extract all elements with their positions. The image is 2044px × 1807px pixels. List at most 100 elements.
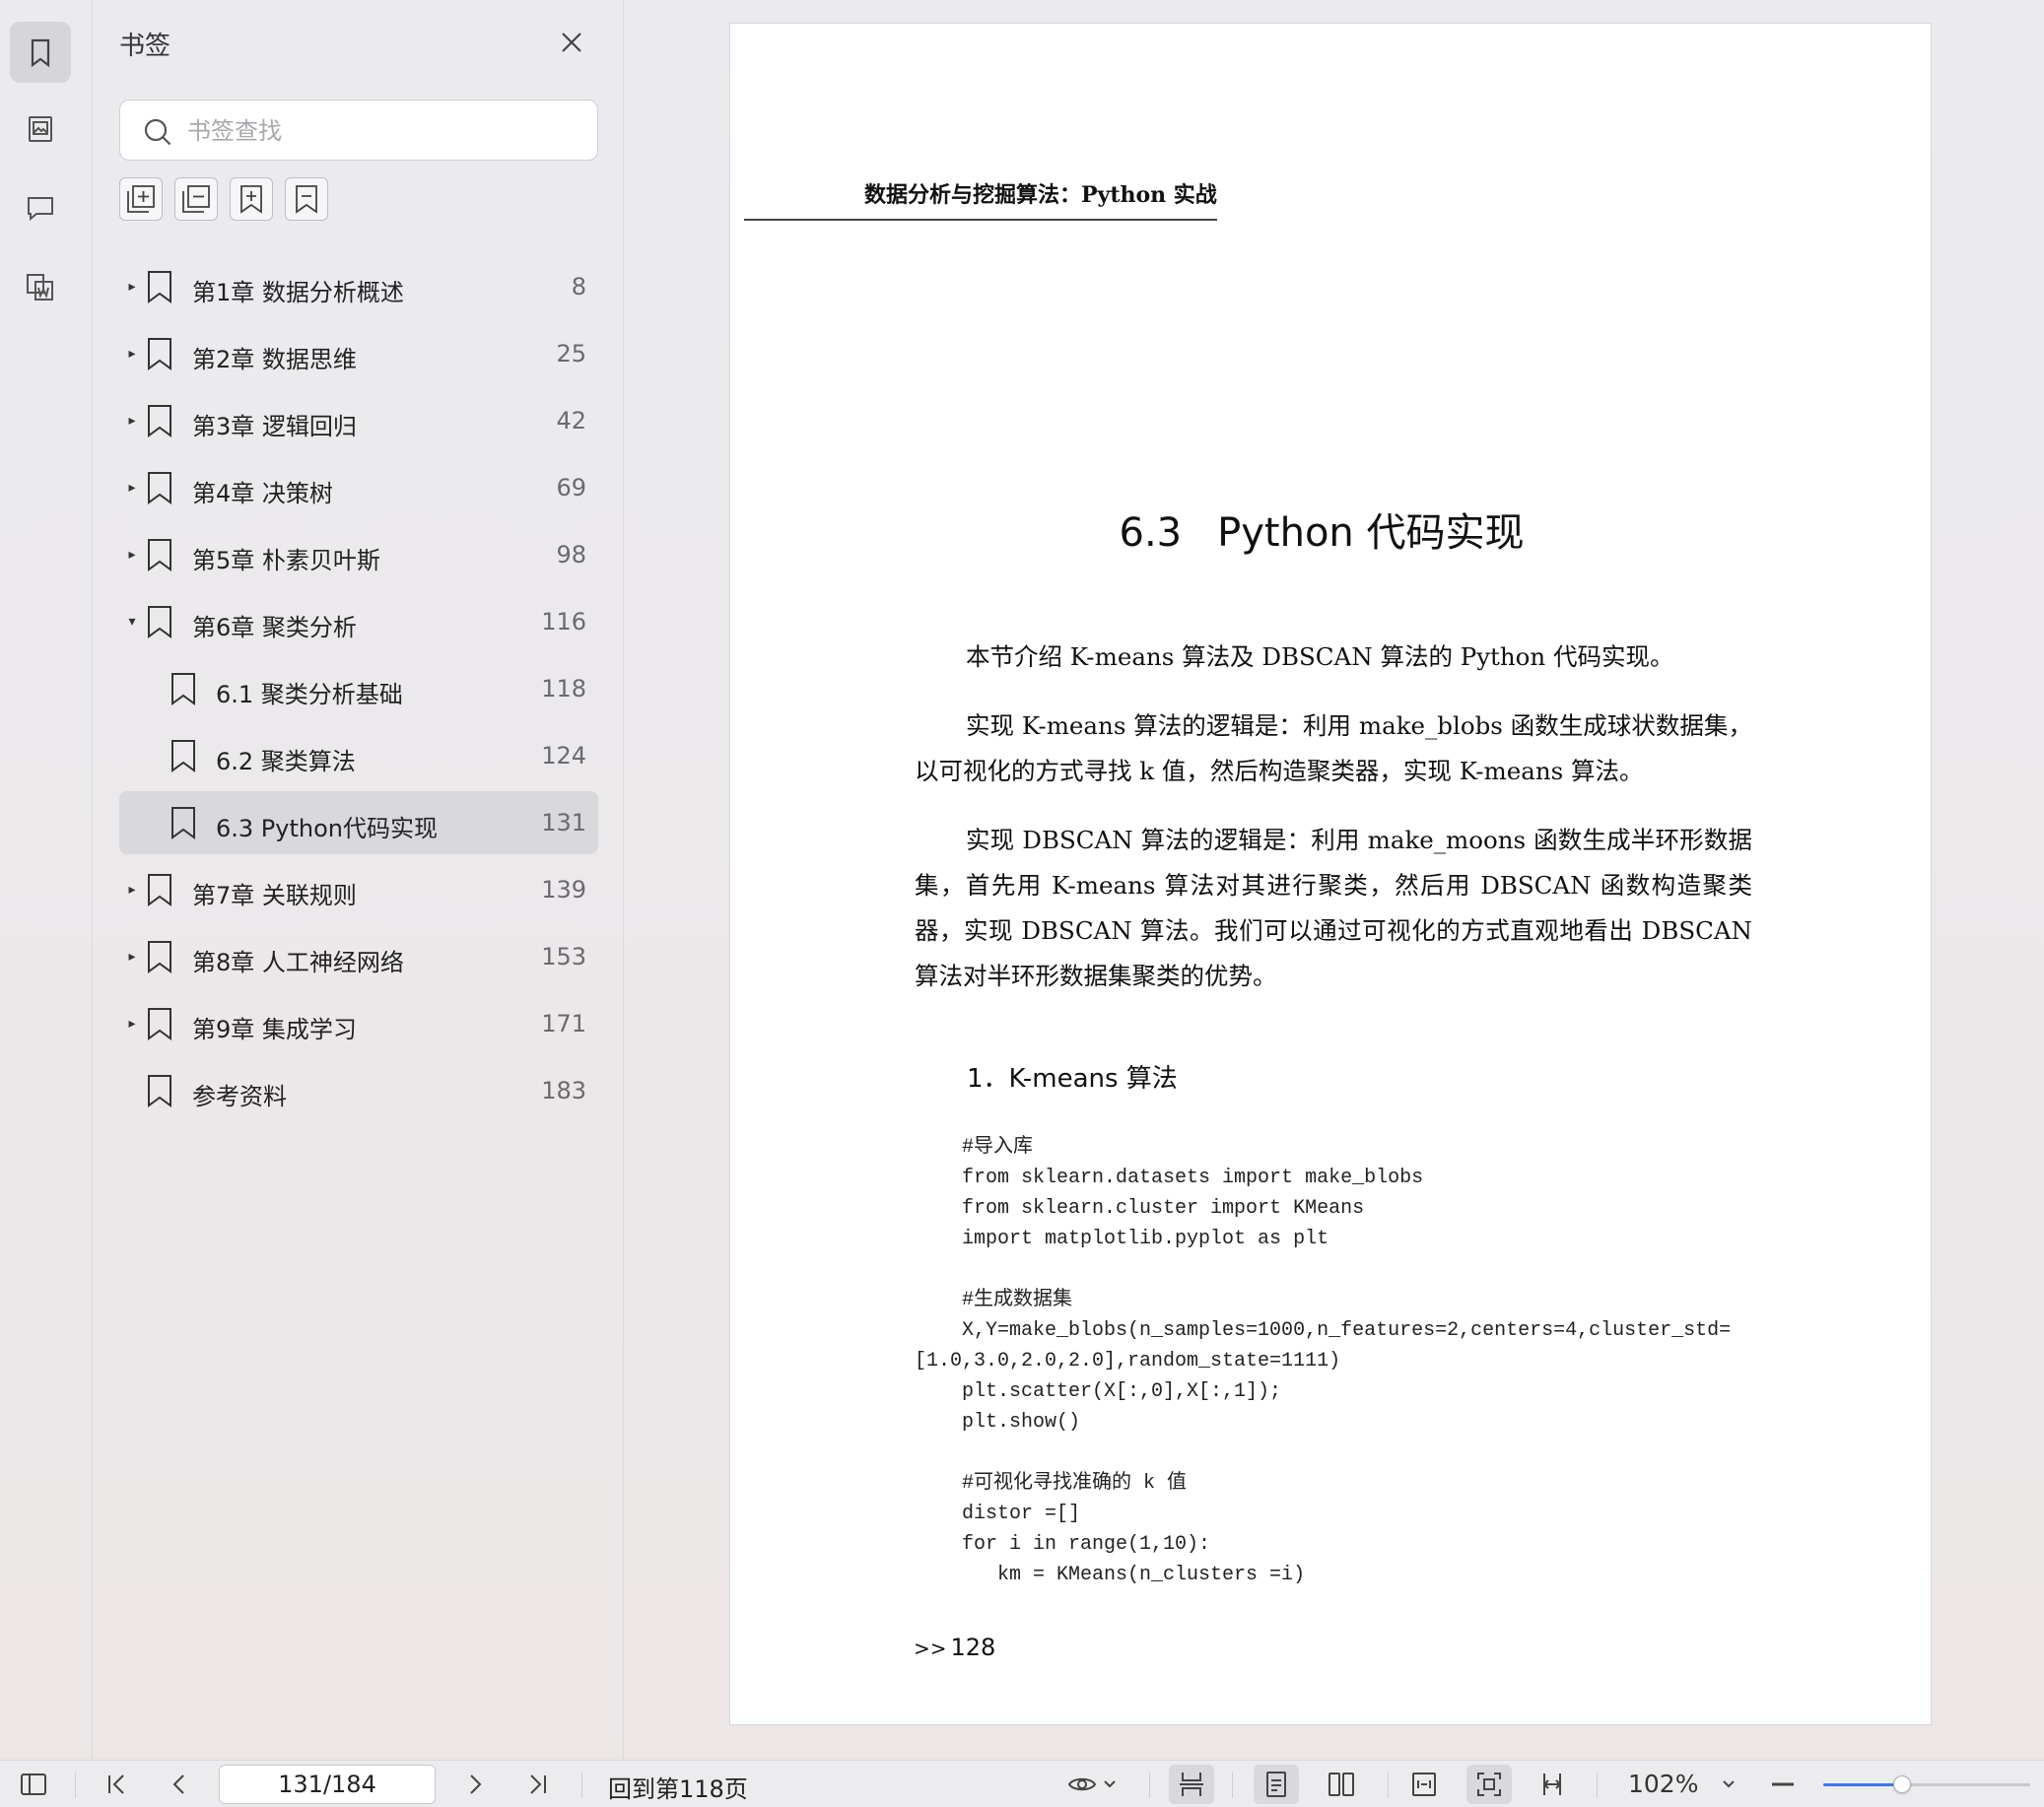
expand-all-button[interactable] [119,177,163,221]
divider [1597,1773,1598,1798]
bookmark-page-number: 131 [541,809,586,837]
bookmark-item[interactable]: ▸ 第5章 朴素贝叶斯 98 [119,523,598,586]
chevron-down-icon [1104,1780,1116,1788]
section-title: 6.3 Python 代码实现 [730,501,1933,558]
bookmark-item[interactable]: ▸ 第2章 数据思维 25 [119,322,598,385]
bookmark-page-number: 124 [541,742,586,770]
bookmark-item[interactable]: ▸ 第7章 关联规则 139 [119,858,598,921]
caret-right-icon[interactable]: ▸ [125,947,139,967]
remove-bookmark-button[interactable] [285,177,328,221]
bookmark-item[interactable]: ▸ 第4章 决策树 69 [119,456,598,519]
bookmark-panel-icon[interactable] [10,22,71,83]
bookmark-icon [148,606,171,638]
document-page: 数据分析与挖掘算法：Python 实战 6.3 Python 代码实现 本节介绍 … [729,23,1932,1725]
previous-page-icon[interactable] [162,1765,197,1804]
page-number: >> 128 [914,1634,995,1661]
bookmark-icon [148,539,171,571]
zoom-slider[interactable] [1823,1775,2030,1793]
bookmark-icon [148,271,171,303]
bookmark-item[interactable]: ▾ 第6章 聚类分析 116 [119,590,598,653]
zoom-out-icon[interactable] [1766,1765,1800,1804]
bookmark-page-number: 139 [541,876,586,904]
zoom-level[interactable]: 102% [1628,1770,1698,1798]
bookmark-label: 6.1 聚类分析基础 [216,681,403,708]
bookmark-page-number: 69 [556,474,586,502]
bookmark-label: 第6章 聚类分析 [192,614,357,641]
caret-right-icon[interactable]: ▸ [125,880,139,900]
add-bookmark-icon [240,185,262,214]
close-icon[interactable] [557,28,586,57]
continuous-scroll-icon[interactable] [1169,1765,1214,1804]
bookmark-label: 参考资料 [192,1083,287,1110]
zoom-slider-handle[interactable] [1892,1775,1911,1793]
bookmark-page-number: 171 [541,1010,586,1037]
code-block: #导入库 from sklearn.datasets import make_b… [915,1136,1732,1586]
caret-right-icon[interactable]: ▸ [125,277,139,297]
bookmark-panel: 书签 ▸ 第1章 数据分析概述 8 ▸ 第2章 数据思维 25 ▸ 第3章 逻辑回归 42 ▸ 第4… [94,0,624,1760]
bookmark-icon [171,740,195,772]
single-page-icon[interactable] [1254,1765,1299,1804]
bookmark-icon [148,1075,171,1107]
search-input[interactable] [187,112,581,150]
bookmark-item[interactable]: 6.2 聚类算法 124 [119,724,598,787]
fit-width-icon[interactable] [1401,1765,1447,1804]
next-page-icon[interactable] [457,1765,493,1804]
add-bookmark-button[interactable] [230,177,273,221]
fit-page-icon[interactable] [1466,1765,1512,1804]
bookmark-label: 第3章 逻辑回归 [192,413,357,440]
caret-right-icon[interactable]: ▸ [125,1014,139,1034]
bookmark-page-number: 116 [541,608,586,636]
bookmark-item[interactable]: 参考资料 183 [119,1059,598,1122]
collapse-all-icon [182,185,210,213]
paragraph: 实现 K-means 算法的逻辑是：利用 make_blobs 函数生成球状数据… [915,711,1752,785]
caret-down-icon[interactable]: ▾ [125,612,139,632]
paragraph: 实现 DBSCAN 算法的逻辑是：利用 make_moons 函数生成半环形数据… [915,826,1752,990]
header-rule [744,219,1217,221]
caret-right-icon[interactable]: ▸ [125,344,139,364]
bookmark-icon [171,673,195,705]
bookmark-icon [171,807,195,839]
attachment-panel-icon[interactable] [10,256,71,317]
bookmark-icon [148,1008,171,1040]
caret-right-icon[interactable]: ▸ [125,411,139,431]
first-page-icon[interactable] [99,1765,134,1804]
zoom-dropdown-chevron-icon[interactable] [1717,1765,1740,1804]
rotate-page-icon[interactable] [1530,1765,1575,1804]
bookmark-page-number: 25 [556,340,586,368]
bookmark-icon [148,338,171,370]
bookmark-page-number: 98 [556,541,586,569]
search-icon [144,118,171,146]
divider [1232,1773,1233,1798]
bookmark-label: 6.2 聚类算法 [216,748,356,775]
view-mode-dropdown[interactable] [1060,1765,1124,1804]
bookmark-item[interactable]: ▸ 第3章 逻辑回归 42 [119,389,598,452]
eye-icon [1067,1777,1097,1791]
back-to-page-link[interactable]: 回到第118页 [608,1770,748,1804]
caret-right-icon[interactable]: ▸ [125,478,139,498]
section-number: 6.3 [1119,510,1183,556]
divider [1149,1773,1150,1798]
section-title-text: Python 代码实现 [1217,510,1525,556]
bookmark-item[interactable]: ▸ 第8章 人工神经网络 153 [119,925,598,988]
bookmark-item[interactable]: ▸ 第1章 数据分析概述 8 [119,255,598,318]
collapse-all-button[interactable] [174,177,218,221]
page-number-input[interactable]: 131/184 [219,1765,436,1804]
paragraph: 本节介绍 K-means 算法及 DBSCAN 算法的 Python 代码实现。 [966,642,1674,671]
bookmark-item[interactable]: 6.1 聚类分析基础 118 [119,657,598,720]
bookmark-label: 第4章 决策树 [192,480,333,507]
caret-right-icon[interactable]: ▸ [125,545,139,565]
thumbnail-panel-icon[interactable] [10,99,71,160]
bookmark-icon [148,405,171,437]
two-page-icon[interactable] [1319,1765,1364,1804]
bookmark-label: 第5章 朴素贝叶斯 [192,547,380,574]
bookmark-item[interactable]: ▸ 第9章 集成学习 171 [119,992,598,1055]
last-page-icon[interactable] [520,1765,556,1804]
zoom-slider-fill [1823,1783,1902,1786]
toggle-sidebar-icon[interactable] [14,1765,53,1804]
comment-panel-icon[interactable] [10,177,71,238]
divider [1388,1773,1389,1798]
bookmark-page-number: 183 [541,1077,586,1104]
remove-bookmark-icon [296,185,317,214]
bookmark-item[interactable]: 6.3 Python代码实现 131 [119,791,598,854]
folio-number: 128 [950,1634,996,1661]
